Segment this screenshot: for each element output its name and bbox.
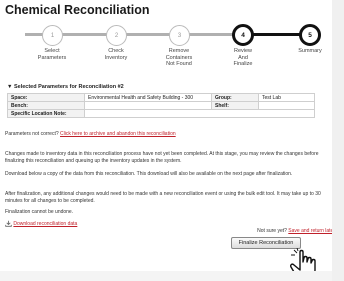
download-info-message: Download below a copy of the data from t…: [5, 171, 293, 177]
step-2-label: Check Inventory: [104, 48, 128, 61]
progress-stepper: 1 Select Parameters 2 Check Inventory 3 …: [0, 18, 330, 78]
step-3-label: Remove Containers Not Found: [165, 48, 193, 67]
step-5-label: Summary: [298, 48, 322, 54]
step-3-circle: 3: [169, 25, 190, 46]
location-label: Specific Location Note:: [7, 109, 85, 118]
bench-value: [84, 101, 212, 110]
params-table: Space: Environmental Health and Safety B…: [7, 93, 315, 118]
space-label: Space:: [7, 93, 85, 102]
abandon-reconciliation-link[interactable]: Click here to archive and abandon this r…: [60, 131, 176, 137]
step-4-circle: 4: [232, 24, 254, 46]
step-4-label: Review And Finalize: [233, 48, 253, 67]
step-1-circle: 1: [42, 25, 63, 46]
group-label: Group:: [211, 93, 259, 102]
params-row: Space: Environmental Health and Safety B…: [7, 93, 315, 102]
params-row: Specific Location Note:: [7, 109, 315, 118]
space-value: Environmental Health and Safety Building…: [84, 93, 212, 102]
step-1-label: Select Parameters: [37, 48, 67, 61]
params-notice: Parameters not correct? Click here to ar…: [5, 131, 335, 138]
bottom-strip: [0, 271, 332, 281]
params-row: Bench: Shelf:: [7, 101, 315, 110]
download-reconciliation-link[interactable]: Download reconciliation data: [13, 221, 77, 227]
save-later-row: Not sure yet? Save and return later: [200, 228, 335, 235]
location-value: [84, 109, 315, 118]
bench-label: Bench:: [7, 101, 85, 110]
download-icon: [5, 220, 12, 227]
step-2-circle: 2: [106, 25, 127, 46]
changes-message: Changes made to inventory data in this r…: [5, 151, 319, 164]
page-title: Chemical Reconciliation: [5, 3, 150, 17]
undone-message: Finalization cannot be undone.: [5, 209, 74, 215]
right-scroll-strip: [332, 0, 344, 281]
step-5-circle: 5: [299, 24, 321, 46]
group-value: Test Lab: [258, 93, 315, 102]
shelf-label: Shelf:: [211, 101, 259, 110]
params-section-toggle[interactable]: ▼ Selected Parameters for Reconciliation…: [7, 84, 124, 90]
save-and-return-link[interactable]: Save and return later: [288, 228, 335, 234]
not-sure-text: Not sure yet?: [257, 228, 287, 234]
download-link-row[interactable]: Download reconciliation data: [5, 220, 335, 228]
after-finalization-message: After finalization, any additional chang…: [5, 191, 321, 204]
params-notice-prefix: Parameters not correct?: [5, 131, 59, 137]
shelf-value: [258, 101, 315, 110]
